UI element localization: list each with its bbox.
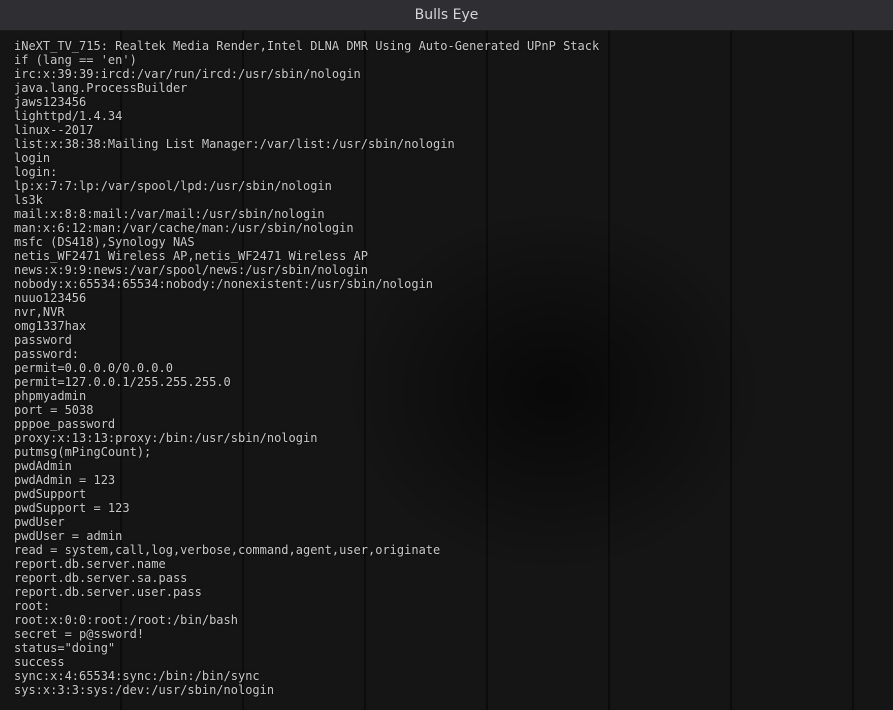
- terminal-line: list:x:38:38:Mailing List Manager:/var/l…: [14, 137, 881, 151]
- terminal-line: linux--2017: [14, 123, 881, 137]
- terminal-line: port = 5038: [14, 403, 881, 417]
- terminal-line: report.db.server.sa.pass: [14, 571, 881, 585]
- terminal-line: pwdAdmin: [14, 459, 881, 473]
- terminal-line: report.db.server.name: [14, 557, 881, 571]
- terminal-line: success: [14, 655, 881, 669]
- terminal-line: man:x:6:12:man:/var/cache/man:/usr/sbin/…: [14, 221, 881, 235]
- terminal-line: netis_WF2471 Wireless AP,netis_WF2471 Wi…: [14, 249, 881, 263]
- terminal-line: mail:x:8:8:mail:/var/mail:/usr/sbin/nolo…: [14, 207, 881, 221]
- terminal-line: msfc (DS418),Synology NAS: [14, 235, 881, 249]
- terminal-line: proxy:x:13:13:proxy:/bin:/usr/sbin/nolog…: [14, 431, 881, 445]
- terminal-line: sync:x:4:65534:sync:/bin:/bin/sync: [14, 669, 881, 683]
- terminal-line: sys:x:3:3:sys:/dev:/usr/sbin/nologin: [14, 683, 881, 697]
- terminal-line: irc:x:39:39:ircd:/var/run/ircd:/usr/sbin…: [14, 67, 881, 81]
- terminal-line: news:x:9:9:news:/var/spool/news:/usr/sbi…: [14, 263, 881, 277]
- terminal-line: password: [14, 333, 881, 347]
- terminal-line: lighttpd/1.4.34: [14, 109, 881, 123]
- terminal-line: root:x:0:0:root:/root:/bin/bash: [14, 613, 881, 627]
- terminal-line: java.lang.ProcessBuilder: [14, 81, 881, 95]
- terminal-line: iNeXT_TV_715: Realtek Media Render,Intel…: [14, 39, 881, 53]
- terminal-line: permit=127.0.0.1/255.255.255.0: [14, 375, 881, 389]
- terminal-line: secret = p@ssword!: [14, 627, 881, 641]
- terminal-line: pwdSupport = 123: [14, 501, 881, 515]
- app-window: Bulls Eye iNeXT_TV_715: Realtek Media Re…: [0, 0, 893, 710]
- terminal-line: nobody:x:65534:65534:nobody:/nonexistent…: [14, 277, 881, 291]
- terminal-line: pwdUser = admin: [14, 529, 881, 543]
- terminal-line: pppoe_password: [14, 417, 881, 431]
- window-title: Bulls Eye: [415, 7, 479, 23]
- terminal-line: ls3k: [14, 193, 881, 207]
- terminal-content[interactable]: iNeXT_TV_715: Realtek Media Render,Intel…: [0, 31, 893, 710]
- terminal-line: omg1337hax: [14, 319, 881, 333]
- terminal-line: status="doing": [14, 641, 881, 655]
- terminal-line: nvr,NVR: [14, 305, 881, 319]
- terminal-line: password:: [14, 347, 881, 361]
- terminal-line: report.db.server.user.pass: [14, 585, 881, 599]
- terminal-line: pwdUser: [14, 515, 881, 529]
- terminal-line: phpmyadmin: [14, 389, 881, 403]
- terminal-line: login: [14, 151, 881, 165]
- terminal-line: root:: [14, 599, 881, 613]
- terminal-line: pwdSupport: [14, 487, 881, 501]
- terminal-line: if (lang == 'en'): [14, 53, 881, 67]
- terminal-line: jaws123456: [14, 95, 881, 109]
- terminal-line: pwdAdmin = 123: [14, 473, 881, 487]
- terminal-line: lp:x:7:7:lp:/var/spool/lpd:/usr/sbin/nol…: [14, 179, 881, 193]
- terminal-line: read = system,call,log,verbose,command,a…: [14, 543, 881, 557]
- window-titlebar[interactable]: Bulls Eye: [0, 0, 893, 31]
- terminal-line: nuuo123456: [14, 291, 881, 305]
- terminal-line: permit=0.0.0.0/0.0.0.0: [14, 361, 881, 375]
- terminal-line: login:: [14, 165, 881, 179]
- terminal-line: putmsg(mPingCount);: [14, 445, 881, 459]
